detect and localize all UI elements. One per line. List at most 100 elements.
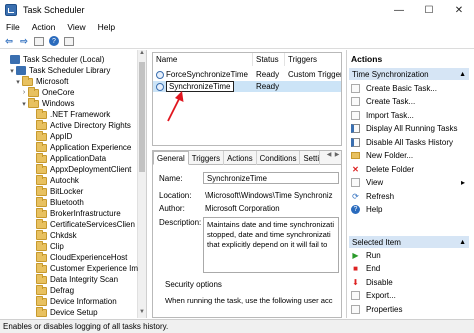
task-row[interactable]: ForceSynchronizeTime Ready Custom Trigge… — [153, 69, 341, 80]
tab-general[interactable]: General — [153, 151, 189, 165]
menu-help[interactable]: Help — [92, 22, 121, 32]
tree-item-label: ApplicationData — [50, 154, 107, 163]
tree-item-label: Task Scheduler Library — [29, 66, 111, 75]
folder-icon — [28, 97, 39, 108]
tree-item[interactable]: BitLocker — [28, 185, 83, 197]
tree-item[interactable]: CloudExperienceHost — [28, 251, 127, 263]
menu-bar: File Action View Help — [0, 20, 474, 34]
action-item[interactable]: New Folder... — [351, 150, 413, 162]
action-item[interactable]: ✕ Delete Folder — [351, 163, 414, 175]
expander-icon[interactable]: ▾ — [8, 67, 16, 75]
tree-item-label: Microsoft — [36, 77, 69, 86]
action-item[interactable]: Import Task... — [351, 109, 414, 121]
action-item[interactable]: Disable All Tasks History — [351, 136, 453, 148]
column-header-triggers[interactable]: Triggers — [285, 53, 341, 66]
tree-item[interactable]: ▾ Task Scheduler Library — [8, 65, 110, 76]
action-item[interactable]: ⟳ Refresh — [351, 190, 394, 202]
action-item[interactable]: Display All Running Tasks — [351, 123, 457, 135]
tree-item[interactable]: .NET Framework — [28, 108, 110, 120]
menu-action[interactable]: Action — [26, 22, 62, 32]
collapse-caret-icon[interactable]: ▲ — [459, 71, 466, 78]
tree-item[interactable]: Autochk — [28, 174, 79, 186]
column-header-status[interactable]: Status — [253, 53, 285, 66]
tree-item[interactable]: CertificateServicesClien — [28, 218, 135, 230]
column-header-name[interactable]: Name — [153, 53, 253, 66]
tree-scrollbar[interactable]: ▲ ▼ — [137, 50, 146, 318]
name-label: Name: — [159, 174, 183, 183]
folder-icon — [36, 229, 47, 240]
task-details-pane: General Triggers Actions Conditions Sett… — [152, 150, 342, 318]
tree-item[interactable]: Chkdsk — [28, 229, 77, 241]
help-button[interactable]: ? — [48, 36, 60, 47]
run-icon: ▶ — [352, 250, 359, 260]
help-icon: ? — [351, 205, 360, 214]
action-item[interactable]: Export... — [351, 290, 396, 302]
tree-item[interactable]: AppxDeploymentClient — [28, 163, 131, 175]
tree-item-label: Device Setup — [50, 308, 98, 317]
tree-item-label: Bluetooth — [50, 198, 84, 207]
tree-item[interactable]: Defrag — [28, 284, 74, 296]
tree-item[interactable]: Device Information — [28, 295, 117, 307]
tree-item-label: Windows — [42, 99, 75, 108]
scroll-thumb[interactable] — [139, 62, 145, 172]
menu-view[interactable]: View — [61, 22, 91, 32]
tab-conditions[interactable]: Conditions — [257, 151, 301, 165]
minimize-button[interactable]: — — [384, 0, 414, 20]
action-item[interactable]: ■ End — [351, 263, 380, 275]
tab-settings[interactable]: Settings — [300, 151, 321, 165]
status-text: Enables or disables logging of all tasks… — [3, 322, 169, 331]
action-label: End — [366, 264, 381, 273]
tree-item[interactable]: ApplicationData — [28, 152, 107, 164]
expander-icon[interactable]: ▾ — [14, 78, 22, 86]
tab-triggers[interactable]: Triggers — [189, 151, 225, 165]
group-title: Selected Item — [352, 237, 401, 247]
tree-item[interactable]: Data Integrity Scan — [28, 273, 118, 285]
tree-item[interactable]: Task Scheduler (Local) — [2, 54, 104, 65]
task-triggers — [288, 81, 341, 92]
action-item[interactable]: Create Basic Task... — [351, 82, 437, 94]
tree-item[interactable]: Bluetooth — [28, 196, 84, 208]
action-item[interactable]: ⬇ Disable — [351, 276, 393, 288]
action-item[interactable]: View ▸ — [351, 177, 465, 189]
tree-item[interactable]: BrokerInfrastructure — [28, 207, 121, 219]
folder-icon — [36, 284, 47, 295]
expander-icon[interactable]: › — [20, 89, 28, 96]
menu-file[interactable]: File — [0, 22, 26, 32]
tree-item[interactable]: Active Directory Rights — [28, 119, 131, 131]
tree-item[interactable]: ▾ Windows — [20, 97, 75, 109]
tree-item[interactable]: › OneCore — [20, 86, 74, 98]
tab-scroll-left-icon[interactable]: ◀ — [325, 151, 333, 164]
collapse-caret-icon[interactable]: ▲ — [459, 239, 466, 246]
tree-item[interactable]: ▾ Microsoft — [14, 75, 69, 87]
back-arrow-icon[interactable]: ⇦ — [3, 36, 15, 47]
action-item[interactable]: Properties — [351, 303, 402, 315]
description-label: Description: — [159, 218, 202, 227]
scroll-down-icon[interactable]: ▼ — [138, 309, 146, 318]
navigation-tree: ▲ ▼ Task Scheduler (Local) ▾ Task Schedule… — [0, 50, 147, 318]
tree-item-label: BrokerInfrastructure — [50, 209, 121, 218]
actions-group-time-synchronization[interactable]: Time Synchronization ▲ — [349, 68, 469, 80]
title-bar: Task Scheduler — ☐ ✕ — [0, 0, 474, 20]
scroll-up-icon[interactable]: ▲ — [138, 50, 146, 59]
maximize-button[interactable]: ☐ — [414, 0, 444, 20]
show-hide-action-pane-button[interactable] — [63, 36, 75, 47]
action-item[interactable]: ? Help — [351, 204, 382, 216]
tree-item[interactable]: Customer Experience Im — [28, 262, 138, 274]
tab-actions[interactable]: Actions — [224, 151, 257, 165]
action-item[interactable]: ▶ Run — [351, 249, 380, 261]
tree-item[interactable]: AppID — [28, 130, 72, 142]
tree-item[interactable]: Device Setup — [28, 306, 98, 318]
tree-item[interactable]: Application Experience — [28, 141, 131, 153]
action-item[interactable]: Create Task... — [351, 96, 415, 108]
actions-group-selected-item[interactable]: Selected Item ▲ — [349, 236, 469, 248]
task-name-field[interactable]: SynchronizeTime — [203, 172, 339, 184]
show-hide-tree-button[interactable] — [33, 36, 45, 47]
expander-icon[interactable]: ▾ — [20, 100, 28, 108]
folder-icon — [36, 240, 47, 251]
description-field[interactable]: Maintains date and time synchronizati st… — [203, 217, 339, 273]
close-button[interactable]: ✕ — [444, 0, 474, 20]
forward-arrow-icon[interactable]: ⇨ — [18, 36, 30, 47]
task-library-icon — [16, 66, 26, 75]
tab-scroll-right-icon[interactable]: ▶ — [333, 151, 341, 164]
tree-item[interactable]: Clip — [28, 240, 64, 252]
